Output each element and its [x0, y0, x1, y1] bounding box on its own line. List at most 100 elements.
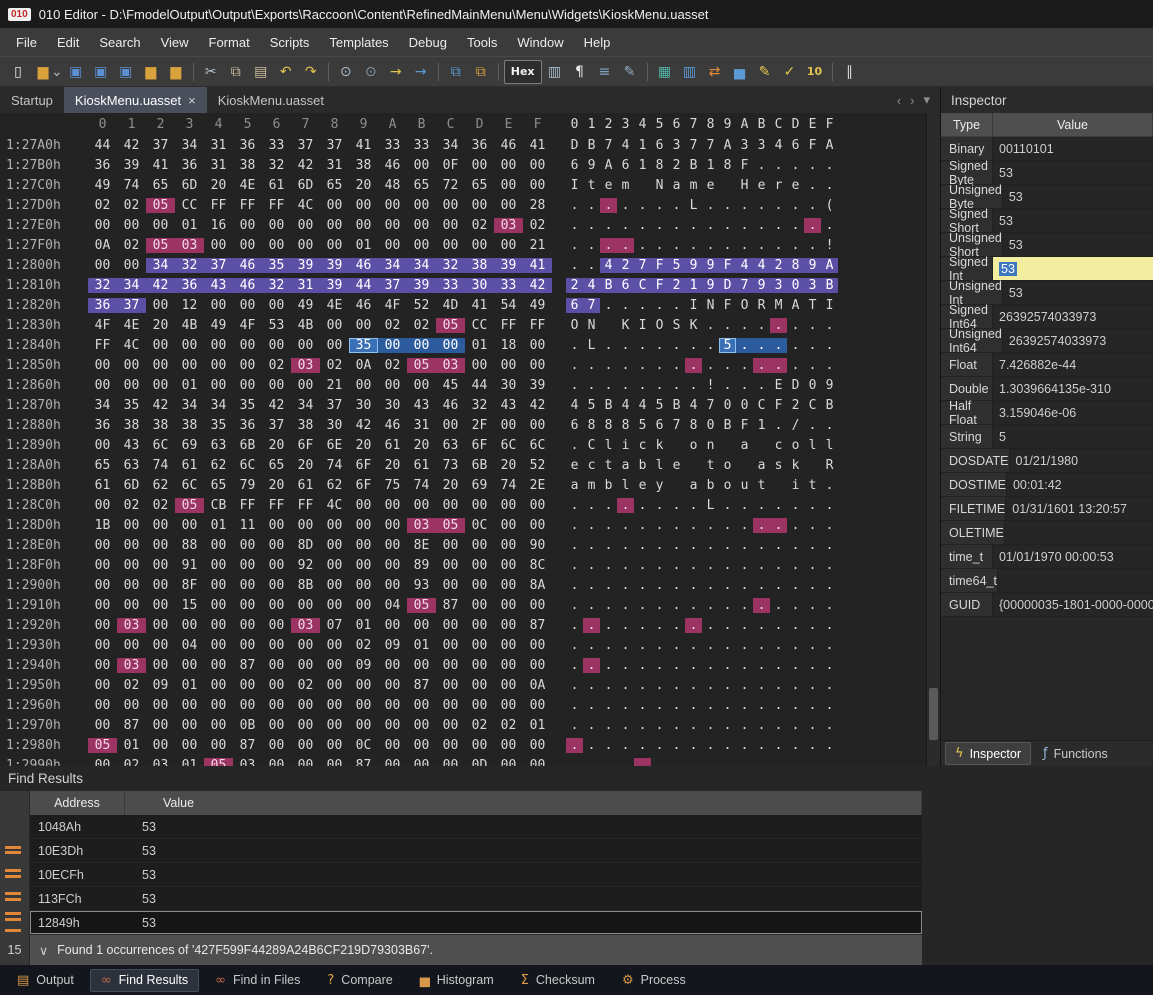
hex-byte[interactable]: 00: [146, 538, 175, 553]
hex-byte[interactable]: 6C: [523, 438, 552, 453]
ascii-char[interactable]: u: [736, 478, 753, 493]
hex-byte[interactable]: 00: [523, 658, 552, 673]
hex-byte[interactable]: 31: [407, 418, 436, 433]
hex-byte[interactable]: 43: [494, 398, 523, 413]
bottom-tab-find-results[interactable]: ∞Find Results: [90, 969, 199, 992]
ascii-char[interactable]: .: [668, 538, 685, 553]
inspector-row[interactable]: Unsigned Byte53: [941, 185, 1153, 209]
ascii-char[interactable]: 1: [702, 158, 719, 173]
hex-byte[interactable]: 00: [204, 338, 233, 353]
ascii-char[interactable]: i: [617, 438, 634, 453]
ascii-char[interactable]: .: [821, 218, 838, 233]
hex-byte[interactable]: 8F: [175, 578, 204, 593]
hex-byte[interactable]: 37: [204, 258, 233, 273]
save-as-button[interactable]: ▣: [114, 60, 138, 84]
inspector-value[interactable]: 53: [1003, 233, 1153, 256]
ascii-char[interactable]: L: [583, 338, 600, 353]
ascii-char[interactable]: .: [651, 518, 668, 533]
ascii-char[interactable]: .: [566, 618, 583, 633]
hex-byte[interactable]: 46: [349, 298, 378, 313]
ascii-char[interactable]: A: [719, 138, 736, 153]
hex-byte[interactable]: 00: [378, 618, 407, 633]
hex-byte[interactable]: 00: [378, 198, 407, 213]
hex-byte[interactable]: 00: [494, 638, 523, 653]
ascii-char[interactable]: .: [804, 578, 821, 593]
ascii-char[interactable]: 9: [821, 378, 838, 393]
ascii-char[interactable]: y: [651, 478, 668, 493]
ascii-char[interactable]: .: [821, 758, 838, 767]
hex-byte[interactable]: 00: [117, 558, 146, 573]
hex-byte[interactable]: 31: [291, 278, 320, 293]
hex-byte[interactable]: 31: [204, 158, 233, 173]
hex-byte[interactable]: 00: [407, 498, 436, 513]
ascii-char[interactable]: 8: [719, 158, 736, 173]
ascii-char[interactable]: R: [821, 458, 838, 473]
ascii-char[interactable]: .: [583, 738, 600, 753]
ascii-char[interactable]: .: [787, 198, 804, 213]
hex-byte[interactable]: 63: [117, 458, 146, 473]
hex-byte[interactable]: 4C: [320, 498, 349, 513]
hex-byte[interactable]: 00: [523, 178, 552, 193]
hex-byte[interactable]: 00: [175, 698, 204, 713]
hex-byte[interactable]: 61: [88, 478, 117, 493]
hex-byte[interactable]: 00: [349, 558, 378, 573]
hex-byte[interactable]: 00: [436, 738, 465, 753]
ascii-char[interactable]: .: [583, 378, 600, 393]
hex-byte[interactable]: 00: [291, 758, 320, 767]
ascii-char[interactable]: 3: [736, 138, 753, 153]
hex-byte[interactable]: 6F: [291, 438, 320, 453]
hex-byte[interactable]: 0C: [465, 518, 494, 533]
ascii-char[interactable]: .: [787, 618, 804, 633]
ascii-char[interactable]: .: [702, 318, 719, 333]
ascii-char[interactable]: .: [668, 558, 685, 573]
hex-byte[interactable]: 00: [436, 678, 465, 693]
run-template-button[interactable]: ⧉: [469, 60, 493, 84]
hex-content[interactable]: 0123456789ABCDEF0123456789ABCDEF 1:27A0h…: [0, 113, 926, 766]
ascii-char[interactable]: H: [736, 178, 753, 193]
hex-byte[interactable]: 6C: [175, 478, 204, 493]
ascii-char[interactable]: .: [787, 558, 804, 573]
bottom-tab-process[interactable]: ⚙Process: [611, 969, 697, 992]
hex-byte[interactable]: 87: [436, 598, 465, 613]
hex-byte[interactable]: 00: [204, 238, 233, 253]
ascii-char[interactable]: .: [804, 758, 821, 767]
ascii-char[interactable]: 6: [617, 158, 634, 173]
hex-byte[interactable]: 00: [233, 378, 262, 393]
ascii-char[interactable]: .: [736, 578, 753, 593]
hex-byte[interactable]: 00: [204, 538, 233, 553]
hex-byte[interactable]: 46: [349, 258, 378, 273]
ascii-char[interactable]: 8: [685, 418, 702, 433]
ascii-char[interactable]: F: [719, 298, 736, 313]
ascii-char[interactable]: .: [821, 518, 838, 533]
hex-byte[interactable]: 00: [262, 678, 291, 693]
ascii-char[interactable]: .: [617, 338, 634, 353]
hex-byte[interactable]: 37: [320, 138, 349, 153]
collapse-chevron-icon[interactable]: ∨: [39, 943, 48, 958]
ascii-char[interactable]: a: [685, 478, 702, 493]
inspector-value[interactable]: 00110101: [993, 137, 1153, 160]
ascii-char[interactable]: .: [668, 698, 685, 713]
hex-byte[interactable]: 00: [88, 578, 117, 593]
inspector-value[interactable]: 5: [993, 425, 1153, 448]
ascii-char[interactable]: 6: [651, 138, 668, 153]
ascii-char[interactable]: .: [736, 538, 753, 553]
ascii-char[interactable]: N: [702, 298, 719, 313]
copy-button[interactable]: ⧉: [224, 60, 248, 84]
ascii-char[interactable]: 2: [787, 398, 804, 413]
hex-byte[interactable]: 00: [320, 198, 349, 213]
hex-byte[interactable]: 00: [117, 258, 146, 273]
inspector-row[interactable]: Unsigned Int6426392574033973: [941, 329, 1153, 353]
ascii-char[interactable]: .: [770, 718, 787, 733]
hex-byte[interactable]: 05: [175, 498, 204, 513]
inspector-row[interactable]: Double1.3039664135e-310: [941, 377, 1153, 401]
ascii-char[interactable]: .: [600, 658, 617, 673]
ascii-char[interactable]: .: [719, 658, 736, 673]
hex-byte[interactable]: 34: [175, 138, 204, 153]
open-dropdown-button[interactable]: ⌄: [51, 60, 63, 84]
hex-byte[interactable]: 01: [204, 518, 233, 533]
edit-pen-button[interactable]: ✎: [618, 60, 642, 84]
inspector-row[interactable]: DOSTIME00:01:42: [941, 473, 1153, 497]
ascii-char[interactable]: .: [821, 538, 838, 553]
hex-byte[interactable]: 39: [320, 258, 349, 273]
undo-button[interactable]: ↶: [274, 60, 298, 84]
